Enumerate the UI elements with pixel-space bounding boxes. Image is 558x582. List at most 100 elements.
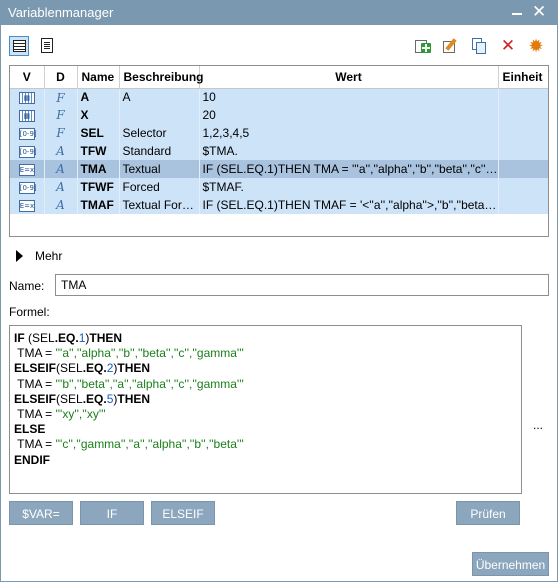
table-header: V D Name Beschreibung Wert Einheit (10, 66, 548, 89)
formula-keyword: THEN (117, 361, 151, 376)
column-header-beschreibung[interactable]: Beschreibung (119, 66, 204, 89)
formula-string: '''xy'',''xy''' (55, 407, 106, 422)
copy-icon[interactable] (470, 37, 488, 55)
formula-line: ENDIF (14, 453, 517, 468)
more-options-button[interactable]: ... (533, 418, 543, 432)
table-row[interactable]: [0-9] A TFWF Forced $TMAF. (10, 178, 548, 196)
variable-type-icon: ▦ (10, 106, 45, 124)
detail-view-button[interactable] (38, 36, 58, 56)
range-icon: [0-9] (18, 145, 37, 158)
range-icon: [0-9] (18, 181, 37, 194)
formula-text: (SEL (56, 361, 83, 376)
row-wert: IF (SEL.EQ.1)THEN TMAF = '<''a'',''alpha… (199, 196, 499, 214)
formula-line: ELSE (14, 422, 517, 437)
formula-string: '''c'',''gamma'',''a'',''alpha'',''b'','… (55, 437, 244, 452)
variable-type-icon: E=x (10, 160, 45, 178)
data-type-icon: F (44, 88, 78, 106)
formula-keyword: ELSEIF (14, 361, 57, 376)
formula-keyword: THEN (89, 331, 123, 345)
list-view-icon (13, 40, 26, 52)
table-row[interactable]: ▦ F X 20 (10, 106, 548, 124)
row-wert: 10 (199, 88, 499, 106)
table-row[interactable]: [0-9] F SEL Selector 1,2,3,4,5 (10, 124, 548, 142)
detail-view-icon (41, 38, 53, 53)
row-beschreibung: A (119, 88, 200, 106)
formula-line: TMA = '''b'',''beta'',''a'',''alpha'',''… (14, 377, 517, 392)
formula-icon: E=x (18, 199, 35, 212)
formula-keyword: THEN (117, 391, 151, 406)
name-label: Name: (9, 279, 45, 293)
formula-text: (SEL (24, 331, 55, 345)
data-type-icon: A (44, 196, 78, 214)
row-einheit (498, 124, 548, 142)
edit-icon[interactable] (442, 37, 460, 55)
formula-icon: E=x (18, 163, 35, 176)
formula-line: TMA = '''c'',''gamma'',''a'',''alpha'','… (14, 437, 517, 452)
settings-icon[interactable]: ✹ (527, 37, 545, 55)
name-input[interactable] (55, 274, 549, 296)
formula-editor[interactable]: IF (SEL.EQ.1)THEN TMA = '''a'',''alpha''… (9, 325, 522, 494)
auto-type-icon: A (56, 162, 65, 177)
delete-icon[interactable]: ✕ (499, 37, 517, 55)
close-icon[interactable]: ✕ (532, 3, 546, 21)
formula-text: TMA = (14, 407, 56, 422)
variable-type-icon: [0-9] (10, 178, 45, 196)
list-view-button[interactable] (9, 36, 29, 56)
row-beschreibung: Forced (119, 178, 200, 196)
column-header-name[interactable]: Name (77, 66, 120, 89)
column-header-wert[interactable]: Wert (199, 66, 499, 89)
formula-line: TMA = '''a'',''alpha'',''b'',''beta'',''… (14, 346, 517, 361)
row-name: TFWF (77, 178, 120, 196)
auto-type-icon: A (56, 198, 65, 213)
fixed-type-icon: F (56, 126, 65, 141)
mehr-label: Mehr (35, 249, 63, 263)
fixed-type-icon: F (56, 108, 65, 123)
data-type-icon: F (44, 124, 78, 142)
row-name: TFW (77, 142, 120, 160)
row-beschreibung: Textual Forced (119, 196, 200, 214)
elseif-button[interactable]: ELSEIF (151, 501, 215, 525)
row-beschreibung (119, 106, 200, 124)
formula-line: ELSEIF(SEL.EQ.5)THEN (14, 392, 517, 407)
row-name: A (77, 88, 120, 106)
table-row[interactable]: ▦ F A A 10 (10, 88, 548, 106)
keyboard-icon: ▦ (18, 92, 35, 105)
row-einheit (498, 142, 548, 160)
formula-keyword: .EQ. (82, 391, 107, 406)
minimize-icon[interactable] (510, 2, 526, 20)
column-header-v[interactable]: V (10, 66, 45, 89)
variable-type-icon: [0-9] (10, 142, 45, 160)
column-header-d[interactable]: D (44, 66, 78, 89)
variable-type-icon: ▦ (10, 88, 45, 106)
data-type-icon: A (44, 142, 78, 160)
row-wert: $TMA. (199, 142, 499, 160)
formula-keyword: .EQ. (54, 331, 79, 345)
table-row[interactable]: E=x A TMA Textual IF (SEL.EQ.1)THEN TMA = ''… (10, 160, 548, 178)
keyboard-icon: ▦ (18, 109, 35, 122)
row-einheit (498, 160, 548, 178)
formula-string: '''a'',''alpha'',''b'',''beta'',''c'',''… (55, 346, 244, 361)
add-icon[interactable] (414, 37, 432, 55)
formula-line: IF (SEL.EQ.1)THEN (14, 331, 517, 346)
window-title: Variablenmanager (8, 5, 114, 20)
table-row[interactable]: E=x A TMAF Textual Forced IF (SEL.EQ.1)THEN … (10, 196, 548, 214)
column-header-einheit[interactable]: Einheit (498, 66, 548, 89)
range-icon: [0-9] (18, 127, 37, 140)
if-button[interactable]: IF (80, 501, 144, 525)
row-wert: 20 (199, 106, 499, 124)
formula-keyword: ENDIF (14, 452, 50, 467)
formula-text: TMA = (14, 437, 56, 452)
auto-type-icon: A (56, 144, 65, 159)
row-beschreibung: Selector (119, 124, 200, 142)
uebernehmen-button[interactable]: Übernehmen (472, 552, 549, 576)
row-name: X (77, 106, 120, 124)
row-name: SEL (77, 124, 120, 142)
data-type-icon: F (44, 106, 78, 124)
pruefen-button[interactable]: Prüfen (456, 501, 520, 525)
svar-button[interactable]: $VAR= (9, 501, 73, 525)
row-einheit (498, 178, 548, 196)
table-row[interactable]: [0-9] A TFW Standard $TMA. (10, 142, 548, 160)
row-wert: 1,2,3,4,5 (199, 124, 499, 142)
formel-label: Formel: (9, 305, 50, 319)
formula-keyword: IF (14, 331, 25, 345)
